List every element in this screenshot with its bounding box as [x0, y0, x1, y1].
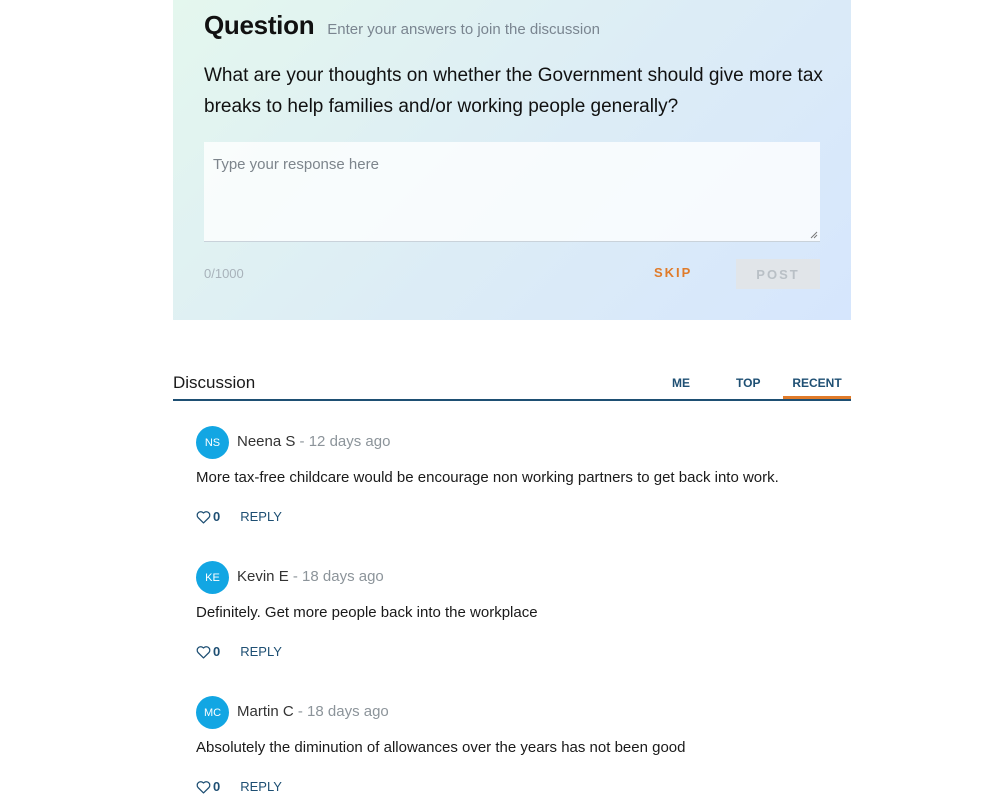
comment-timestamp: 12 days ago — [308, 433, 391, 450]
tab-top[interactable]: TOP — [736, 376, 760, 390]
avatar: MC — [196, 696, 229, 729]
comment-actions: 0 REPLY — [196, 779, 282, 794]
heart-outline-icon — [196, 645, 211, 659]
comment-author: Neena S — [237, 433, 296, 450]
comment-author: Kevin E — [237, 568, 289, 585]
question-header: Question Enter your answers to join the … — [204, 10, 600, 41]
like-count: 0 — [213, 644, 221, 659]
comment-timestamp: 18 days ago — [302, 568, 384, 585]
skip-button[interactable]: SKIP — [654, 265, 692, 280]
comment-meta: Kevin E - 18 days ago — [237, 568, 384, 585]
like-count: 0 — [213, 779, 221, 794]
heart-outline-icon — [196, 510, 211, 524]
like-button[interactable]: 0 — [196, 509, 220, 524]
comment-meta: Martin C - 18 days ago — [237, 703, 389, 720]
like-count: 0 — [213, 509, 221, 524]
resize-grip-icon[interactable] — [810, 231, 818, 239]
comment-actions: 0 REPLY — [196, 644, 282, 659]
comment-body: More tax-free childcare would be encoura… — [196, 469, 779, 486]
reply-button[interactable]: REPLY — [240, 509, 282, 524]
meta-separator: - — [297, 703, 303, 720]
meta-separator: - — [292, 568, 298, 585]
discussion-header: Discussion ME TOP RECENT — [173, 370, 851, 401]
reply-button[interactable]: REPLY — [240, 779, 282, 794]
tab-recent[interactable]: RECENT — [783, 376, 851, 399]
question-subtitle: Enter your answers to join the discussio… — [327, 21, 600, 38]
question-text: What are your thoughts on whether the Go… — [204, 65, 823, 117]
like-button[interactable]: 0 — [196, 644, 220, 659]
response-textarea[interactable]: Type your response here — [204, 142, 820, 242]
meta-separator: - — [299, 433, 305, 450]
character-counter: 0/1000 — [204, 266, 244, 281]
question-title: Question — [204, 10, 315, 40]
comment-author: Martin C — [237, 703, 294, 720]
question-card: Question Enter your answers to join the … — [173, 0, 851, 320]
comment-body: Definitely. Get more people back into th… — [196, 604, 538, 621]
tab-me[interactable]: ME — [672, 376, 690, 390]
avatar: KE — [196, 561, 229, 594]
comment-timestamp: 18 days ago — [307, 703, 389, 720]
post-button[interactable]: POST — [736, 259, 820, 289]
discussion-title: Discussion — [173, 373, 256, 392]
reply-button[interactable]: REPLY — [240, 644, 282, 659]
avatar: NS — [196, 426, 229, 459]
heart-outline-icon — [196, 780, 211, 794]
comment-actions: 0 REPLY — [196, 509, 282, 524]
response-placeholder: Type your response here — [213, 156, 379, 173]
like-button[interactable]: 0 — [196, 779, 220, 794]
comment-meta: Neena S - 12 days ago — [237, 433, 390, 450]
comment-body: Absolutely the diminution of allowances … — [196, 739, 686, 756]
